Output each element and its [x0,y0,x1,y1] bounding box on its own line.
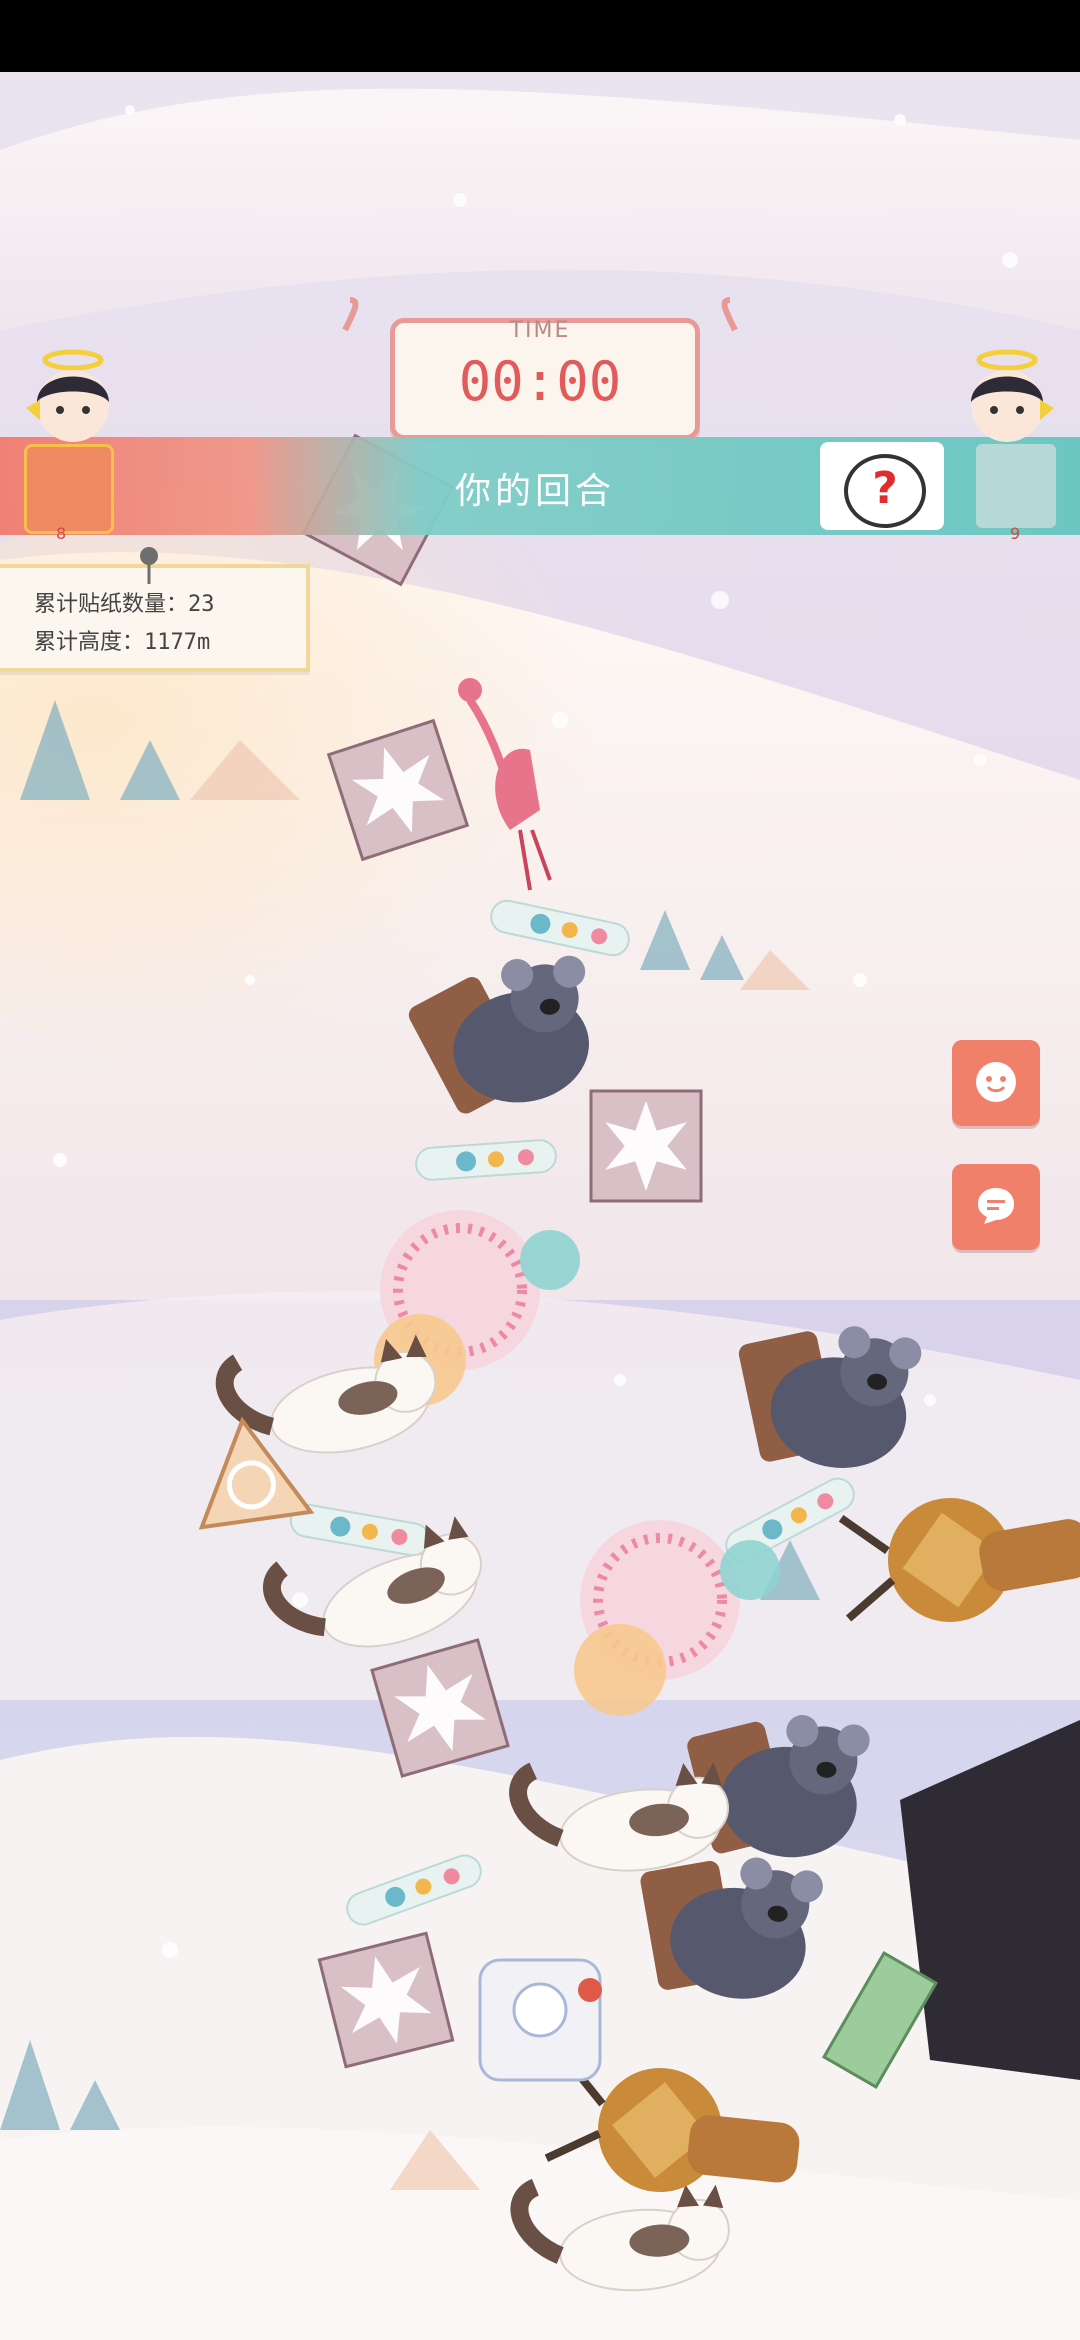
chat-button[interactable] [952,1164,1040,1250]
height-text: 累计高度：1177m [34,630,211,655]
timer-label: TIME [509,318,571,343]
player-left-number: 8 [56,524,67,543]
player-right-sticker-tile[interactable] [976,444,1056,528]
chat-icon [978,1188,1014,1224]
player-right-avatar [971,349,1054,442]
player-right-number: 9 [1010,524,1021,543]
turn-label: 你的回合 [455,471,616,512]
emoji-button[interactable] [952,1040,1040,1126]
timer-value: 00:00 [458,350,622,413]
emoji-icon [976,1062,1016,1102]
player-left-sticker-tile[interactable] [24,444,114,534]
pin-icon [140,547,158,584]
player-left-avatar [26,349,109,442]
sticker-count-text: 累计贴纸数量：23 [34,592,215,617]
question-mark-icon[interactable]: ? [844,454,926,528]
